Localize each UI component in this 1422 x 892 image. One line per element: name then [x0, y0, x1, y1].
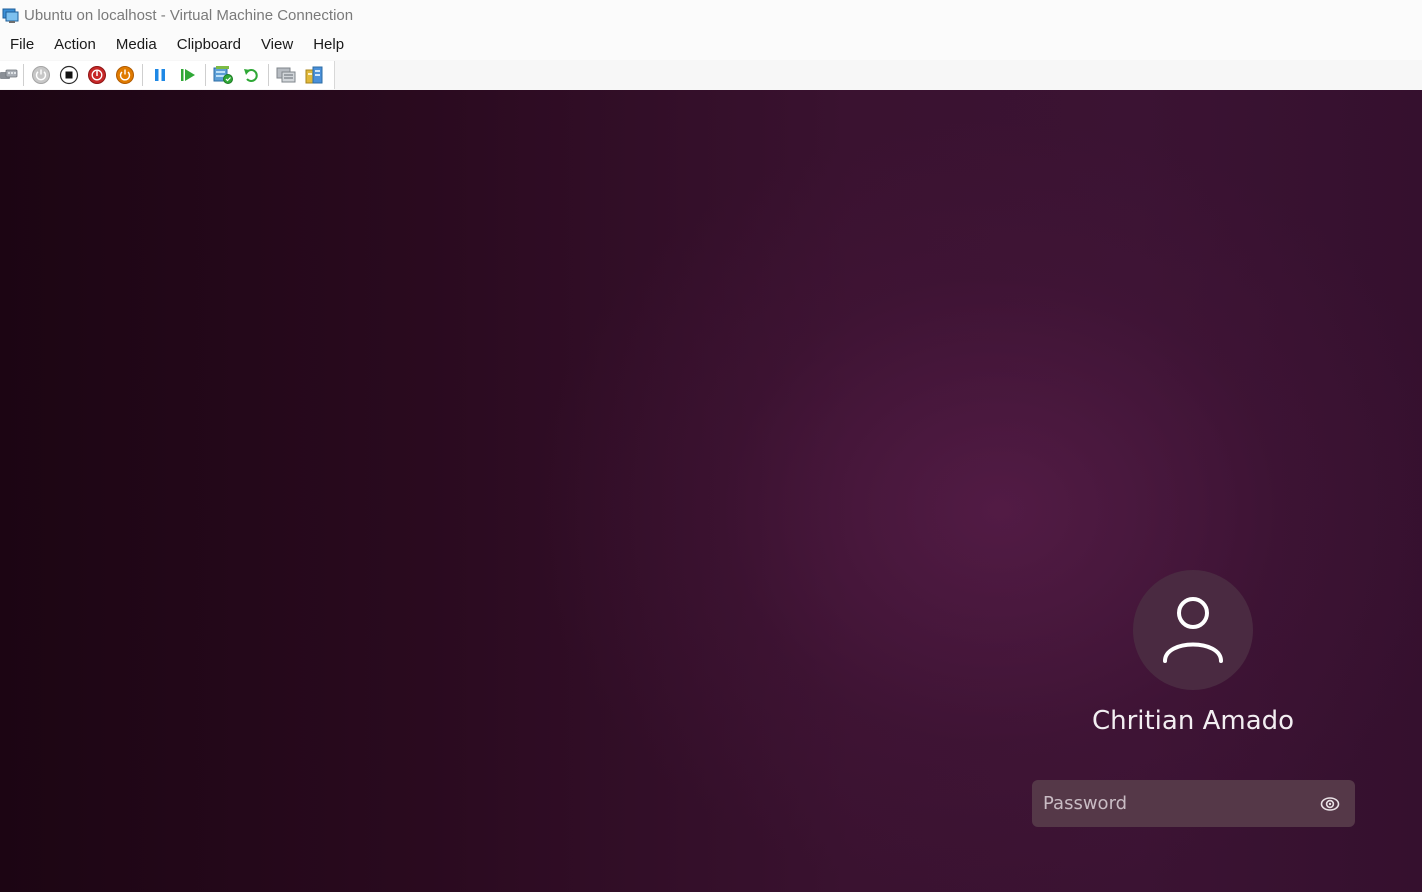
turn-off-button[interactable]	[57, 63, 81, 87]
enhanced-session-button[interactable]	[274, 63, 298, 87]
start-icon	[32, 66, 50, 84]
start-button[interactable]	[29, 63, 53, 87]
revert-button[interactable]	[239, 63, 263, 87]
shutdown-icon	[88, 66, 106, 84]
ctrl-alt-del-button[interactable]	[0, 63, 18, 87]
save-state-icon	[116, 66, 134, 84]
password-input[interactable]	[1032, 792, 1313, 815]
turn-off-icon	[59, 65, 79, 85]
toolbar-separator	[23, 64, 24, 86]
pause-button[interactable]	[148, 63, 172, 87]
pause-icon	[155, 69, 165, 81]
window-title: Ubuntu on localhost - Virtual Machine Co…	[24, 6, 354, 24]
ctrl-alt-del-icon	[0, 69, 18, 79]
menu-help[interactable]: Help	[303, 30, 354, 60]
toolbar-separator	[142, 64, 143, 86]
toolbar	[0, 60, 1422, 90]
vm-connection-window: Ubuntu on localhost - Virtual Machine Co…	[0, 0, 1422, 892]
menu-file[interactable]: File	[0, 30, 44, 60]
toolbar-button-group	[0, 61, 335, 89]
save-state-button[interactable]	[113, 63, 137, 87]
reveal-password-button[interactable]	[1313, 787, 1347, 821]
user-icon	[1163, 597, 1223, 663]
share-button[interactable]	[302, 63, 326, 87]
menu-view[interactable]: View	[251, 30, 303, 60]
resume-button[interactable]	[176, 63, 200, 87]
menu-clipboard[interactable]: Clipboard	[167, 30, 251, 60]
resume-icon	[181, 69, 195, 81]
checkpoint-icon	[213, 66, 233, 84]
menu-action[interactable]: Action	[44, 30, 106, 60]
user-avatar[interactable]	[1133, 570, 1253, 690]
share-icon	[305, 66, 323, 84]
vm-connection-app-icon	[2, 7, 20, 23]
vm-display[interactable]: Chritian Amado	[0, 90, 1422, 892]
toolbar-separator	[268, 64, 269, 86]
password-field-container	[1032, 780, 1355, 827]
shutdown-button[interactable]	[85, 63, 109, 87]
title-bar: Ubuntu on localhost - Virtual Machine Co…	[0, 0, 1422, 30]
checkpoint-button[interactable]	[211, 63, 235, 87]
enhanced-session-icon	[276, 67, 296, 83]
toolbar-separator	[205, 64, 206, 86]
eye-icon	[1320, 796, 1340, 811]
revert-icon	[244, 69, 258, 82]
menu-media[interactable]: Media	[106, 30, 167, 60]
menu-bar: File Action Media Clipboard View Help	[0, 30, 1422, 60]
username-label: Chritian Amado	[1091, 706, 1295, 736]
